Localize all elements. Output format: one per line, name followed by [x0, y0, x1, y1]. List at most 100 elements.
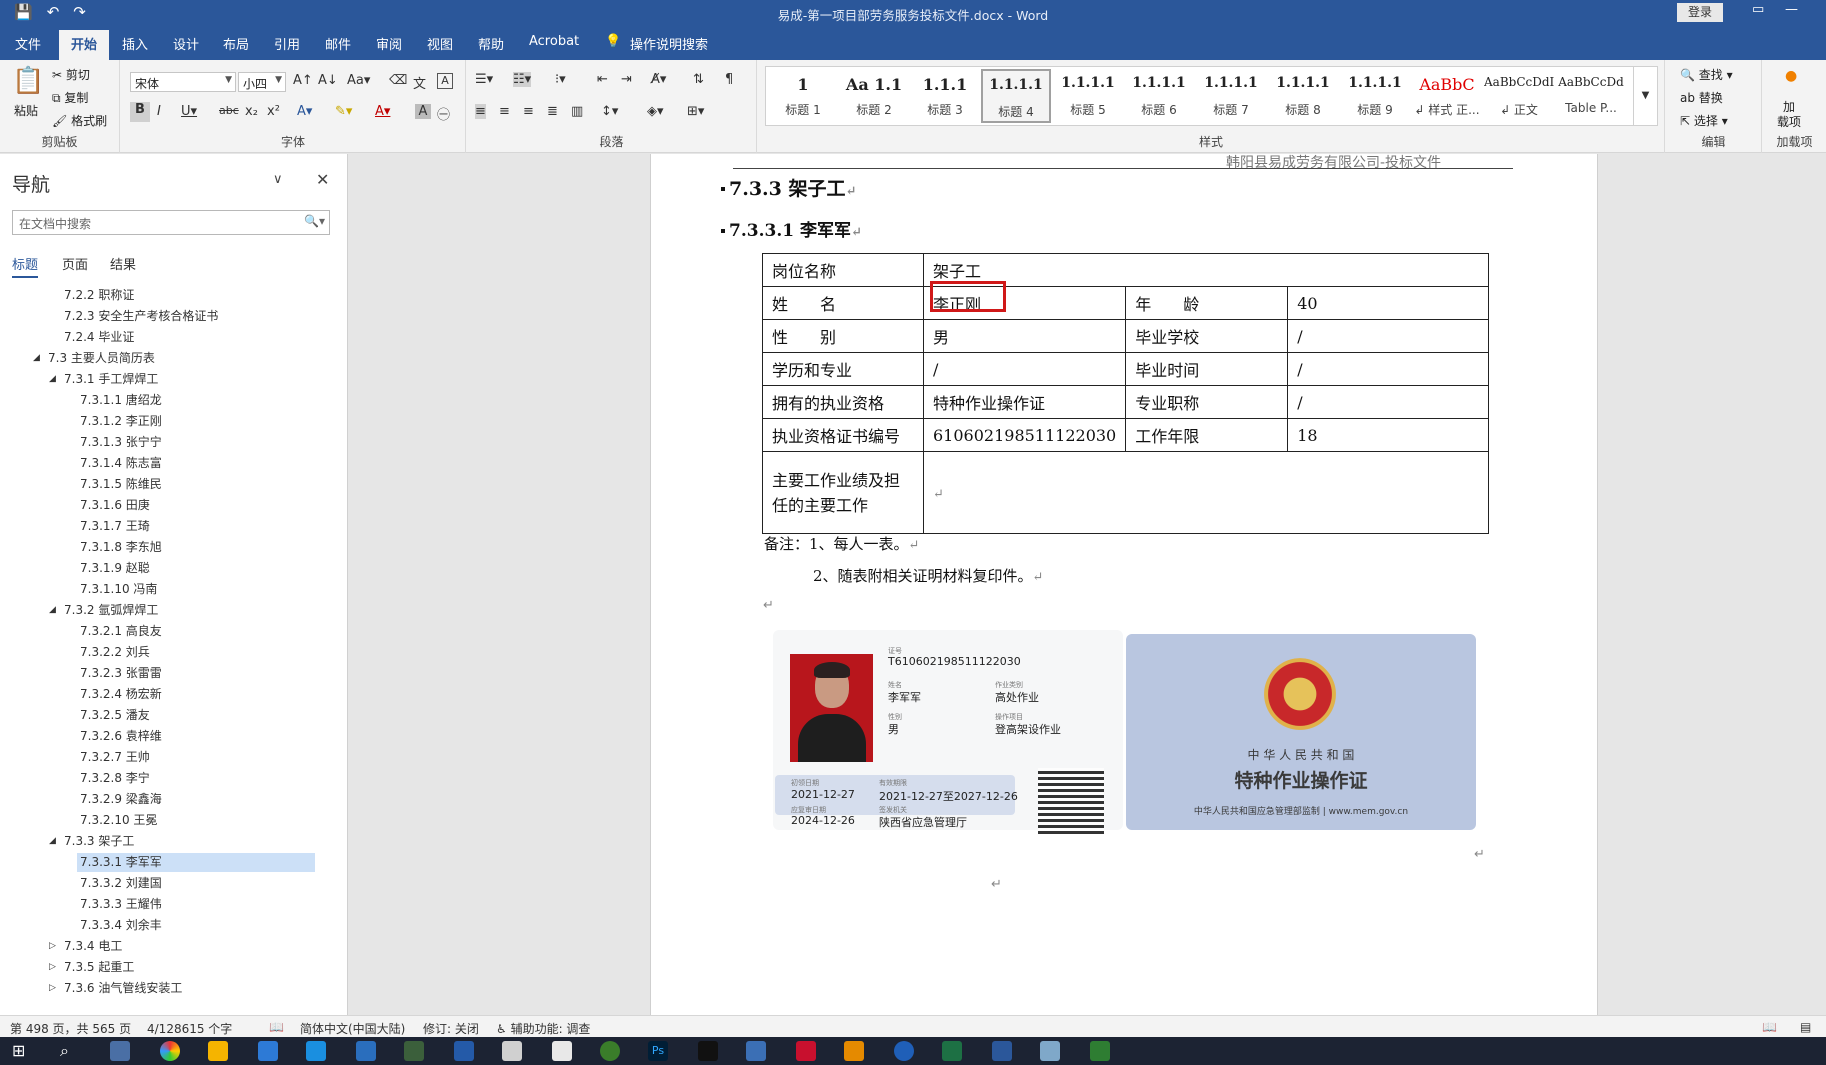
excel-icon[interactable] — [942, 1041, 962, 1061]
table-cell-value[interactable]: / — [922, 352, 1127, 386]
nav-search-input[interactable]: 在文档中搜索 🔍▾ — [12, 210, 330, 235]
word-icon[interactable] — [992, 1041, 1012, 1061]
paste-icon[interactable]: 📋 — [12, 66, 44, 96]
app-icon[interactable] — [356, 1041, 376, 1061]
app-icon[interactable] — [746, 1041, 766, 1061]
nav-tab-pages[interactable]: 页面 — [62, 254, 88, 273]
nav-options-icon[interactable]: ∨ — [273, 172, 283, 187]
language-status[interactable]: 简体中文(中国大陆) — [300, 1020, 405, 1037]
heading-7-3-3-1[interactable]: 7.3.3.1 李军军↵ — [729, 216, 862, 241]
print-layout-icon[interactable]: ▤ — [1800, 1020, 1811, 1034]
nav-heading-item[interactable]: 7.3.1.6 田庚 — [80, 496, 150, 515]
highlight-icon[interactable]: ✎▾ — [335, 104, 352, 119]
note-line-1[interactable]: 备注：1、每人一表。↵ — [764, 533, 919, 554]
table-cell-label[interactable]: 岗位名称 — [762, 253, 924, 287]
nav-heading-item[interactable]: 7.3.3.3 王耀伟 — [80, 895, 162, 914]
collapse-triangle-icon[interactable]: ◢ — [33, 349, 40, 368]
nav-heading-item[interactable]: 7.3.2.6 袁梓维 — [80, 727, 162, 746]
chrome-icon[interactable] — [160, 1041, 180, 1061]
collapse-triangle-icon[interactable]: ◢ — [49, 370, 56, 389]
tab-review[interactable]: 审阅 — [376, 34, 402, 53]
nav-heading-item[interactable]: 7.3.1.9 赵聪 — [80, 559, 150, 578]
app-icon[interactable] — [454, 1041, 474, 1061]
table-cell-value[interactable]: 特种作业操作证 — [922, 385, 1127, 419]
app-icon[interactable] — [404, 1041, 424, 1061]
style-heading-5[interactable]: 1.1.1.1 标题 5 — [1053, 69, 1123, 123]
change-case-icon[interactable]: Aa▾ — [347, 73, 370, 88]
app-icon[interactable] — [844, 1041, 864, 1061]
document-page[interactable]: 韩阳县易成劳务有限公司-投标文件 7.3.3 架子工↵ 7.3.3.1 李军军↵… — [650, 154, 1598, 1015]
replace-button[interactable]: ab 替换 — [1680, 89, 1723, 106]
align-right-icon[interactable]: ≡ — [523, 104, 534, 119]
qq-icon[interactable] — [698, 1041, 718, 1061]
nav-heading-item[interactable]: 7.3.1.7 王琦 — [80, 517, 150, 536]
align-center-icon[interactable]: ≡ — [499, 104, 510, 119]
heading-7-3-3[interactable]: 7.3.3 架子工↵ — [729, 174, 856, 201]
calculator-icon[interactable] — [110, 1041, 130, 1061]
nav-heading-item[interactable]: 7.3.2.4 杨宏新 — [80, 685, 162, 704]
nav-heading-item[interactable]: 7.3.2.8 李宁 — [80, 769, 150, 788]
table-cell-label[interactable]: 姓 名 — [762, 286, 924, 320]
collapse-triangle-icon[interactable]: ◢ — [49, 832, 56, 851]
tab-help[interactable]: 帮助 — [478, 34, 504, 53]
nav-tab-headings[interactable]: 标题 — [12, 254, 39, 278]
tab-file[interactable]: 文件 — [15, 34, 41, 53]
font-color-icon[interactable]: A▾ — [375, 104, 390, 119]
increase-indent-icon[interactable]: ⇥ — [621, 72, 632, 87]
nav-heading-item[interactable]: 7.3.1.2 李正刚 — [80, 412, 162, 431]
nav-heading-item[interactable]: 7.3.3.2 刘建国 — [80, 874, 162, 893]
nav-heading-item-selected[interactable]: 7.3.3.1 李军军 — [77, 853, 315, 872]
multilevel-list-icon[interactable]: ⁝▾ — [555, 72, 566, 87]
style-normal[interactable]: AaBbCcDdI ↲ 正文 — [1484, 69, 1554, 123]
minimize-icon[interactable]: — — [1785, 2, 1798, 17]
table-cell-value[interactable]: / — [1287, 385, 1490, 419]
empty-paragraph[interactable]: ↵ — [991, 877, 1002, 892]
nav-heading-item[interactable]: 7.3.1.10 冯南 — [80, 580, 157, 599]
app-icon[interactable] — [1090, 1041, 1110, 1061]
style-custom[interactable]: AaBbC ↲ 样式 正... — [1412, 69, 1482, 123]
style-heading-2[interactable]: Aa 1.1 标题 2 — [839, 69, 909, 123]
style-heading-6[interactable]: 1.1.1.1 标题 6 — [1124, 69, 1194, 123]
table-cell-value[interactable]: 610602198511122030 — [922, 418, 1127, 452]
nav-heading-item[interactable]: 7.3.2.2 刘兵 — [80, 643, 150, 662]
phonetic-guide-icon[interactable]: 文 — [413, 73, 426, 92]
table-cell-value[interactable]: ↵ — [922, 451, 1490, 534]
select-button[interactable]: ⇱ 选择 ▾ — [1680, 112, 1728, 129]
numbering-icon[interactable]: ☷▾ — [513, 72, 532, 87]
app-icon[interactable] — [306, 1041, 326, 1061]
style-heading-3[interactable]: 1.1.1 标题 3 — [910, 69, 980, 123]
nav-heading-item[interactable]: 7.3.1.3 张宁宁 — [80, 433, 162, 452]
close-icon[interactable]: ✕ — [316, 170, 329, 189]
table-cell-label[interactable]: 主要工作业绩及担 任的主要工作 — [762, 451, 924, 534]
tab-design[interactable]: 设计 — [173, 34, 199, 53]
tab-view[interactable]: 视图 — [427, 34, 453, 53]
table-cell-label[interactable]: 学历和专业 — [762, 352, 924, 386]
table-cell-value[interactable]: 18 — [1287, 418, 1490, 452]
expand-triangle-icon[interactable]: ▷ — [49, 958, 56, 977]
table-cell-label[interactable]: 年 龄 — [1125, 286, 1289, 320]
collapse-triangle-icon[interactable]: ◢ — [49, 601, 56, 620]
table-cell-value[interactable]: 架子工 — [922, 253, 1490, 287]
nav-heading-item[interactable]: 7.3.4 电工 — [64, 937, 122, 956]
nav-heading-item[interactable]: 7.2.3 安全生产考核合格证书 — [64, 307, 218, 326]
paste-button[interactable]: 粘贴 — [14, 102, 38, 119]
font-name-combo[interactable]: 宋体 ▼ — [130, 72, 236, 92]
align-left-icon[interactable]: ≡ — [475, 104, 486, 119]
cut-button[interactable]: ✂ 剪切 — [52, 66, 90, 83]
decrease-indent-icon[interactable]: ⇤ — [597, 72, 608, 87]
windows-start-icon[interactable]: ⊞ — [12, 1041, 32, 1061]
show-marks-icon[interactable]: ¶ — [725, 72, 733, 87]
app-icon[interactable] — [600, 1041, 620, 1061]
borders-icon[interactable]: ⊞▾ — [687, 104, 704, 119]
italic-icon[interactable]: I — [157, 104, 161, 119]
subscript-icon[interactable]: x₂ — [245, 104, 258, 119]
tab-mailings[interactable]: 邮件 — [325, 34, 351, 53]
file-explorer-icon[interactable] — [208, 1041, 228, 1061]
word-count[interactable]: 4/128615 个字 — [147, 1020, 232, 1037]
nav-heading-item[interactable]: 7.3.6 油气管线安装工 — [64, 979, 182, 998]
app-icon[interactable] — [258, 1041, 278, 1061]
login-button[interactable]: 登录 — [1677, 3, 1723, 22]
shrink-font-icon[interactable]: A↓ — [318, 73, 338, 88]
nav-heading-item[interactable]: 7.3.3.4 刘余丰 — [80, 916, 162, 935]
sort-icon[interactable]: ⇅ — [693, 72, 704, 87]
